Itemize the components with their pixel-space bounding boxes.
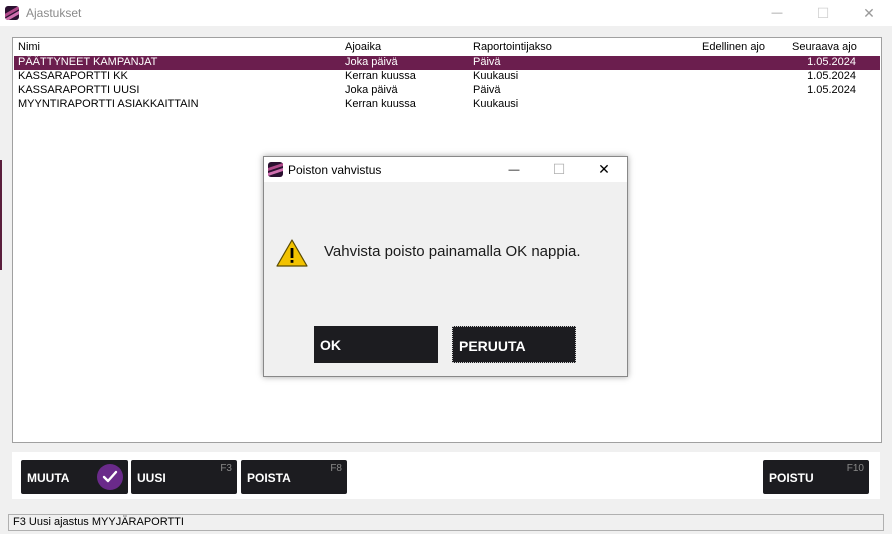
- edit-button-label: MUUTA: [27, 471, 70, 485]
- cell-name: KASSARAPORTTI UUSI: [18, 84, 140, 96]
- cell-next-run: 1.05.2024: [807, 56, 856, 68]
- maximize-button[interactable]: ☐: [800, 0, 846, 26]
- window-edge-accent: [0, 160, 2, 270]
- delete-button-label: POISTA: [247, 471, 291, 485]
- cell-period: Päivä: [473, 56, 501, 68]
- exit-button[interactable]: POISTU F10: [763, 460, 869, 494]
- minimize-icon: —: [771, 7, 783, 19]
- maximize-icon: ☐: [816, 4, 830, 21]
- new-button-label: UUSI: [137, 471, 166, 485]
- check-icon: [97, 464, 123, 490]
- minimize-button[interactable]: —: [754, 0, 800, 26]
- new-button-shortcut: F3: [220, 463, 232, 474]
- cell-name: MYYNTIRAPORTTI ASIAKKAITTAIN: [18, 98, 199, 110]
- cell-run-time: Kerran kuussa: [345, 98, 416, 110]
- table-row[interactable]: KASSARAPORTTI KK Kerran kuussa Kuukausi …: [14, 70, 880, 84]
- window-title: Ajastukset: [26, 6, 82, 20]
- app-logo-icon: [5, 6, 19, 20]
- close-icon: ✕: [598, 161, 610, 177]
- warning-icon: [276, 239, 308, 272]
- cell-period: Päivä: [473, 84, 501, 96]
- cell-period: Kuukausi: [473, 98, 519, 110]
- cell-name: KASSARAPORTTI KK: [18, 70, 128, 82]
- dialog-message: Vahvista poisto painamalla OK nappia.: [324, 243, 581, 260]
- cell-name: PÄÄTTYNEET KAMPANJAT: [18, 56, 158, 68]
- table-row[interactable]: MYYNTIRAPORTTI ASIAKKAITTAIN Kerran kuus…: [14, 98, 880, 112]
- exit-button-shortcut: F10: [846, 463, 864, 474]
- column-header-run-time[interactable]: Ajoaika: [345, 41, 381, 53]
- cell-run-time: Joka päivä: [345, 56, 398, 68]
- edit-button[interactable]: MUUTA: [21, 460, 128, 494]
- exit-button-label: POISTU: [769, 471, 814, 485]
- delete-button[interactable]: POISTA F8: [241, 460, 347, 494]
- delete-confirmation-dialog: Poiston vahvistus — ☐ ✕ Vahvista poisto …: [263, 156, 628, 377]
- delete-button-shortcut: F8: [330, 463, 342, 474]
- cell-run-time: Kerran kuussa: [345, 70, 416, 82]
- ok-button[interactable]: OK: [314, 326, 438, 363]
- action-toolbar: MUUTA UUSI F3 POISTA F8 POISTU F10: [12, 452, 880, 499]
- maximize-icon: ☐: [552, 161, 566, 177]
- status-text: F3 Uusi ajastus MYYJÄRAPORTTI: [13, 516, 184, 528]
- cancel-button-label: PERUUTA: [459, 338, 526, 354]
- close-button[interactable]: ✕: [846, 0, 892, 26]
- column-header-name[interactable]: Nimi: [18, 41, 40, 53]
- minimize-icon: —: [508, 163, 520, 176]
- dialog-close-button[interactable]: ✕: [584, 157, 624, 182]
- dialog-maximize-button[interactable]: ☐: [539, 157, 579, 182]
- cell-run-time: Joka päivä: [345, 84, 398, 96]
- dialog-minimize-button[interactable]: —: [494, 157, 534, 182]
- column-header-reporting-period[interactable]: Raportointijakso: [473, 41, 552, 53]
- dialog-title: Poiston vahvistus: [288, 163, 382, 177]
- cell-next-run: 1.05.2024: [807, 70, 856, 82]
- dialog-app-logo-icon: [268, 162, 283, 182]
- cell-period: Kuukausi: [473, 70, 519, 82]
- column-header-previous-run[interactable]: Edellinen ajo: [702, 41, 765, 53]
- main-titlebar[interactable]: Ajastukset — ☐ ✕: [0, 0, 892, 26]
- table-row[interactable]: KASSARAPORTTI UUSI Joka päivä Päivä 1.05…: [14, 84, 880, 98]
- column-header-next-run[interactable]: Seuraava ajo: [792, 41, 857, 53]
- table-row[interactable]: PÄÄTTYNEET KAMPANJAT Joka päivä Päivä 1.…: [14, 56, 880, 70]
- cell-next-run: 1.05.2024: [807, 84, 856, 96]
- dialog-titlebar[interactable]: Poiston vahvistus — ☐ ✕: [264, 157, 627, 182]
- status-bar: F3 Uusi ajastus MYYJÄRAPORTTI: [8, 514, 884, 531]
- cancel-button[interactable]: PERUUTA: [452, 326, 576, 363]
- close-icon: ✕: [863, 4, 875, 21]
- ok-button-label: OK: [320, 337, 341, 353]
- new-button[interactable]: UUSI F3: [131, 460, 237, 494]
